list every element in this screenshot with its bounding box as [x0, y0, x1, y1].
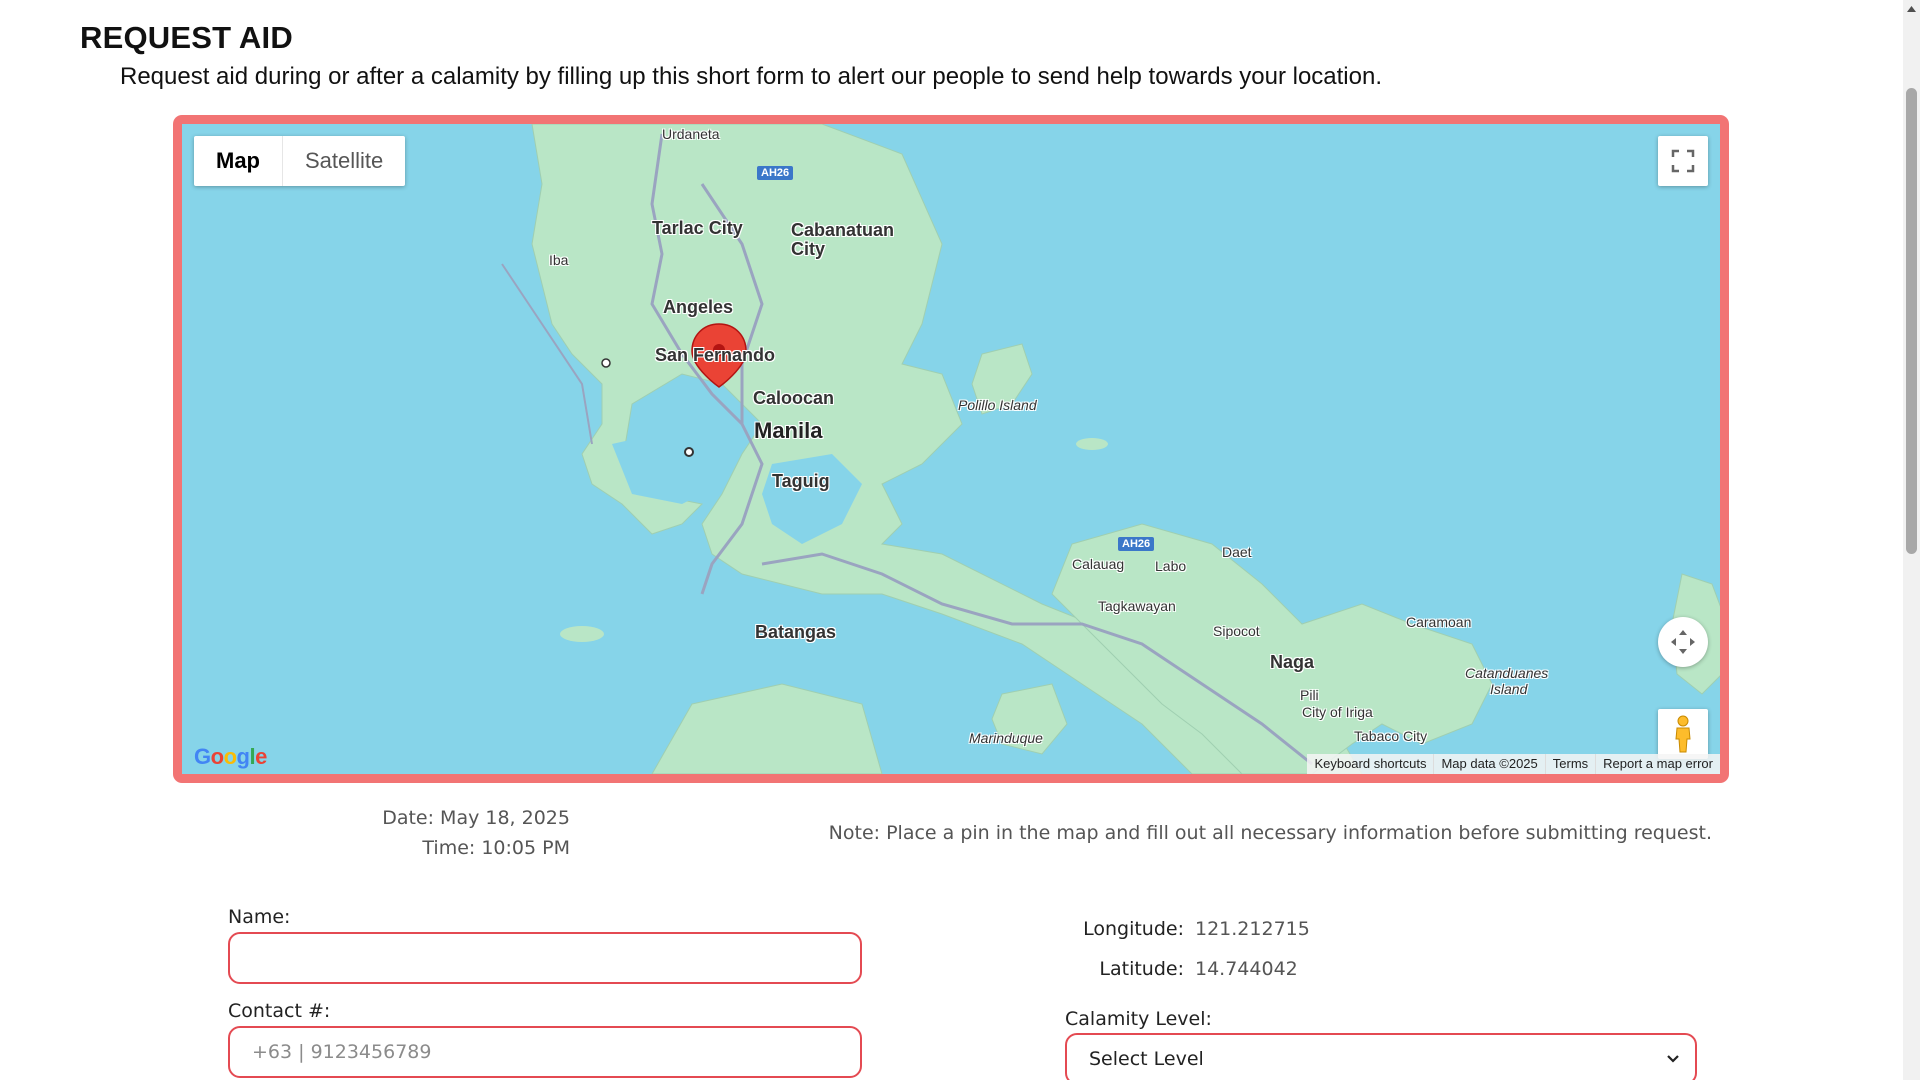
calamity-level-selected: Select Level	[1089, 1048, 1204, 1070]
place-label: Daet	[1222, 544, 1252, 560]
place-label: Batangas	[755, 622, 837, 642]
longitude-label: Longitude:	[1083, 918, 1184, 940]
triangle-up-icon	[1907, 5, 1916, 12]
place-label: Caramoan	[1406, 614, 1472, 630]
place-label: City of Iriga	[1302, 704, 1373, 720]
chevron-down-icon	[1667, 1055, 1679, 1063]
contact-label: Contact #:	[228, 1000, 331, 1022]
place-label: Tabaco City	[1354, 728, 1428, 744]
place-label: Manila	[754, 418, 823, 443]
place-label: Taguig	[772, 471, 830, 491]
place-label: Marinduque	[969, 730, 1043, 746]
fullscreen-icon	[1671, 149, 1695, 173]
scrollbar-thumb[interactable]	[1906, 88, 1917, 554]
highway-shield: AH26	[1118, 537, 1155, 551]
keyboard-shortcuts-link[interactable]: Keyboard shortcuts	[1307, 754, 1433, 774]
fullscreen-button[interactable]	[1658, 136, 1708, 186]
place-label: Sipocot	[1213, 623, 1260, 639]
place-label: Tagkawayan	[1098, 598, 1176, 614]
islet	[1076, 438, 1108, 450]
longitude-value: 121.212715	[1195, 918, 1310, 940]
map-type-control: Map Satellite	[194, 136, 406, 186]
highway-shield: AH26	[757, 166, 794, 180]
place-label: Caloocan	[753, 388, 835, 408]
calamity-level-select[interactable]: Select Level	[1065, 1033, 1697, 1080]
google-logo[interactable]: Google	[194, 744, 267, 770]
place-label: City	[791, 239, 826, 259]
request-date: Date: May 18, 2025	[382, 807, 570, 829]
page-subtitle: Request aid during or after a calamity b…	[120, 63, 1383, 90]
map-data-text: Map data ©2025	[1433, 754, 1544, 774]
place-label: Urdaneta	[662, 126, 720, 142]
place-label: Pili	[1300, 687, 1319, 703]
mindoro-island	[651, 683, 883, 774]
map[interactable]: Map Satellite Urdaneta AH26 Tarlac City …	[182, 124, 1720, 774]
scroll-up-arrow[interactable]	[1903, 0, 1920, 17]
place-label: Labo	[1155, 558, 1187, 574]
camera-control-icon	[1671, 630, 1695, 654]
place-label: Tarlac City	[652, 218, 743, 238]
place-label: Polillo Island	[958, 397, 1037, 413]
map-type-satellite-button[interactable]: Satellite	[283, 136, 405, 186]
place-label: Calauag	[1072, 556, 1125, 572]
name-label: Name:	[228, 906, 291, 928]
page-title: REQUEST AID	[80, 20, 293, 55]
pegman-button[interactable]	[1658, 709, 1708, 759]
place-label: Angeles	[663, 297, 734, 317]
instruction-note: Note: Place a pin in the map and fill ou…	[828, 822, 1712, 844]
latitude-value: 14.744042	[1195, 958, 1298, 980]
calamity-level-label: Calamity Level:	[1065, 1008, 1212, 1030]
pegman-icon	[1675, 715, 1691, 753]
place-label: Naga	[1270, 652, 1315, 672]
latitude-label: Latitude:	[1099, 958, 1184, 980]
place-label: Island	[1490, 681, 1528, 697]
place-dot	[601, 358, 611, 368]
page-scrollbar[interactable]	[1903, 0, 1920, 1080]
map-type-map-button[interactable]: Map	[194, 136, 283, 186]
place-label: Catanduanes	[1465, 665, 1549, 681]
islet	[560, 626, 604, 642]
place-label: San Fernando	[655, 345, 776, 365]
name-input[interactable]	[228, 932, 862, 984]
camera-control-button[interactable]	[1658, 617, 1708, 667]
place-label: Iba	[549, 252, 569, 268]
place-label: Cabanatuan	[791, 220, 895, 240]
map-attribution: Keyboard shortcuts Map data ©2025 Terms …	[1307, 754, 1720, 774]
place-dot	[684, 447, 694, 457]
terms-link[interactable]: Terms	[1544, 754, 1595, 774]
contact-input[interactable]	[228, 1026, 862, 1078]
report-map-error-link[interactable]: Report a map error	[1595, 754, 1720, 774]
map-frame: Map Satellite Urdaneta AH26 Tarlac City …	[173, 115, 1729, 783]
taal-lake	[684, 576, 740, 612]
request-time: Time: 10:05 PM	[422, 837, 570, 859]
